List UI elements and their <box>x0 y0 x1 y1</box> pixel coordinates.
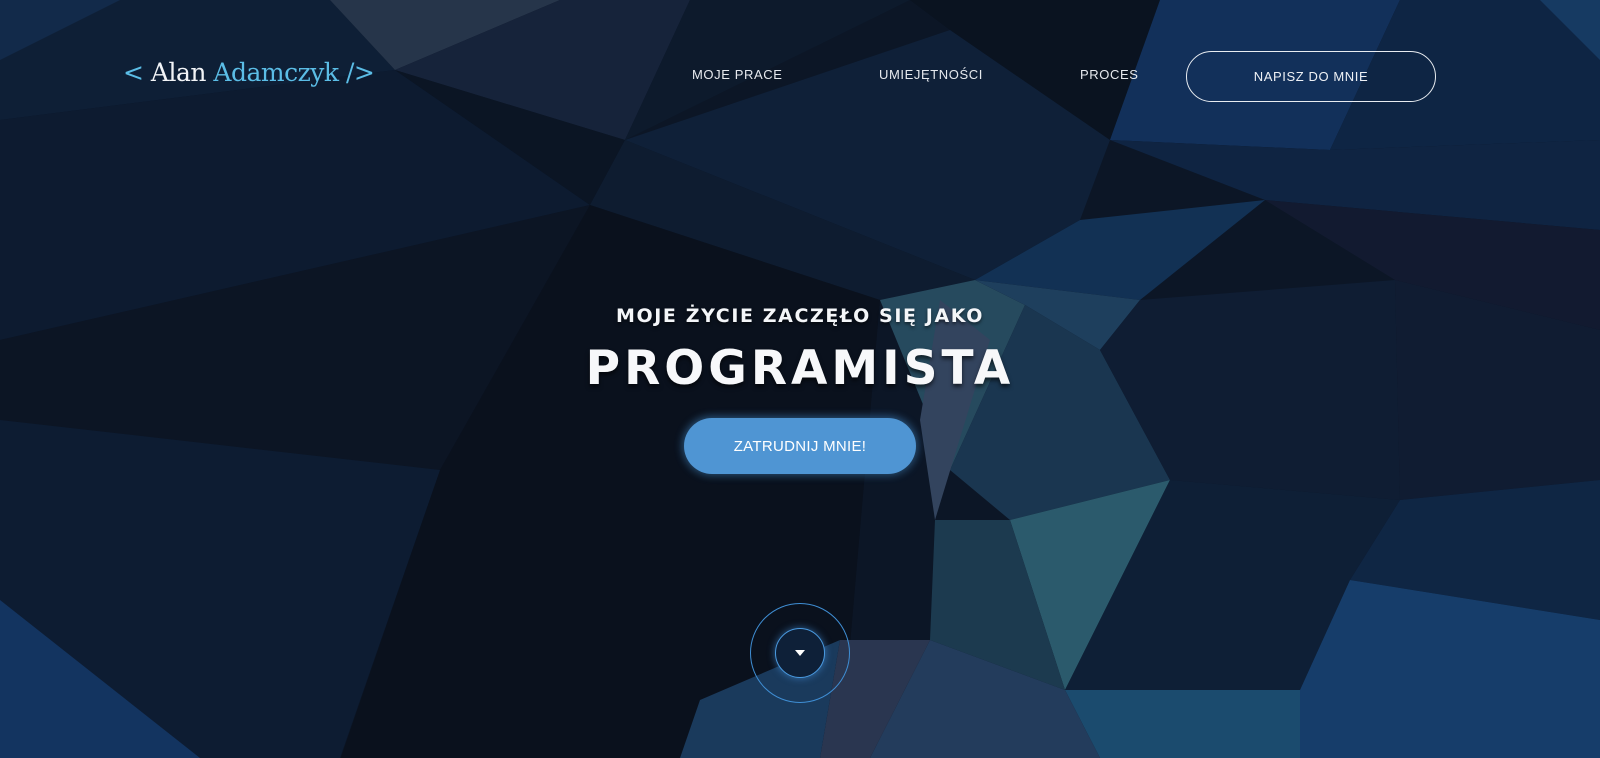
logo-first-name: Alan <box>150 58 207 87</box>
logo-last-name: Adamczyk <box>213 58 339 87</box>
nav-link-skills[interactable]: UMIEJĘTNOŚCI <box>879 67 983 82</box>
hire-me-button[interactable]: ZATRUDNIJ MNIE! <box>684 418 916 474</box>
hero-title: PROGRAMISTA <box>585 341 1015 396</box>
caret-down-icon <box>795 650 805 656</box>
nav-link-my-works[interactable]: MOJE PRACE <box>692 67 783 82</box>
hire-me-button-label: ZATRUDNIJ MNIE! <box>733 437 867 455</box>
nav-link-process[interactable]: PROCES <box>1080 67 1139 82</box>
contact-button[interactable]: NAPISZ DO MNIE <box>1186 51 1436 102</box>
scroll-down-inner-circle <box>775 628 825 678</box>
hero-subtitle: MOJE ŻYCIE ZACZĘŁO SIĘ JAKO <box>616 305 984 327</box>
logo[interactable]: < Alan Adamczyk /> <box>123 58 375 87</box>
logo-open-bracket: < <box>123 58 151 87</box>
contact-button-label: NAPISZ DO MNIE <box>1253 69 1369 84</box>
logo-close-bracket: /> <box>346 58 375 87</box>
scroll-down-button[interactable] <box>750 603 850 703</box>
